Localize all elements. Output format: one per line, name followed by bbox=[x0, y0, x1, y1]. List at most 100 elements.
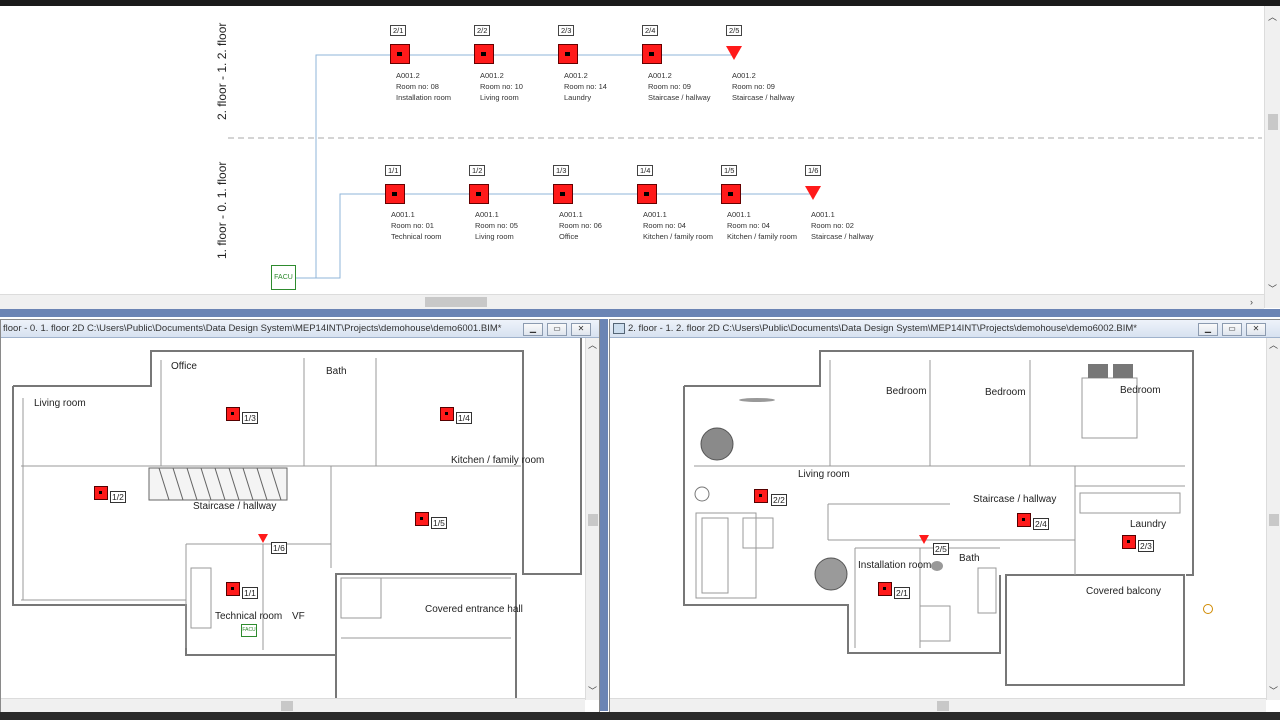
vertical-scrollbar[interactable]: ︿ ﹀ bbox=[585, 338, 599, 700]
device-sheet-text: A001.1 bbox=[727, 210, 751, 219]
cursor-target-icon bbox=[1203, 604, 1213, 614]
room-label-staircase: Staircase / hallway bbox=[193, 501, 277, 512]
scroll-thumb[interactable] bbox=[1268, 114, 1278, 130]
smoke-detector-icon[interactable] bbox=[385, 184, 405, 204]
device-tag: 2/4 bbox=[1033, 518, 1049, 530]
sounder-icon[interactable] bbox=[258, 534, 268, 543]
vertical-scrollbar[interactable]: ︿ ﹀ bbox=[1266, 338, 1280, 700]
detector-dot bbox=[560, 192, 565, 196]
smoke-detector-icon[interactable] bbox=[440, 407, 454, 421]
device-tag: 2/3 bbox=[1138, 540, 1154, 552]
floor1-label: 1. floor - 0. 1. floor bbox=[215, 161, 229, 259]
room-label-vf: VF bbox=[292, 611, 305, 622]
detector-dot bbox=[728, 192, 733, 196]
restore-button[interactable]: ▭ bbox=[547, 323, 567, 336]
device-room-text: Room no: 09 bbox=[648, 82, 691, 91]
scroll-up-arrow-icon[interactable]: ︿ bbox=[588, 340, 597, 350]
sounder-icon[interactable] bbox=[919, 535, 929, 544]
scroll-right-arrow-icon[interactable]: › bbox=[1250, 297, 1253, 307]
bottom-strip bbox=[0, 712, 1280, 720]
facu-box[interactable]: FACU bbox=[271, 265, 296, 290]
detector-dot bbox=[644, 192, 649, 196]
detector-dot bbox=[476, 192, 481, 196]
device-address-tag: 1/6 bbox=[805, 165, 822, 176]
device-address-tag: 2/3 bbox=[558, 25, 575, 36]
smoke-detector-icon[interactable] bbox=[721, 184, 741, 204]
device-address-tag: 1/5 bbox=[721, 165, 738, 176]
splitter-vertical[interactable] bbox=[600, 319, 608, 711]
room-label-bath: Bath bbox=[959, 553, 980, 564]
schematic-horizontal-scrollbar[interactable]: › bbox=[0, 294, 1264, 309]
detector-dot bbox=[565, 52, 570, 56]
device-room-text: Room no: 04 bbox=[727, 221, 770, 230]
scroll-down-arrow-icon[interactable]: ﹀ bbox=[1268, 284, 1277, 294]
room-label-bedroom: Bedroom bbox=[1120, 385, 1161, 396]
device-name-text: Living room bbox=[475, 232, 514, 241]
scroll-thumb[interactable] bbox=[281, 701, 293, 711]
detector-dot bbox=[397, 52, 402, 56]
device-tag: 2/5 bbox=[933, 543, 949, 555]
device-name-text: Installation room bbox=[396, 93, 452, 102]
smoke-detector-icon[interactable] bbox=[754, 489, 768, 503]
horizontal-scrollbar[interactable] bbox=[1, 698, 585, 712]
device-tag: 1/5 bbox=[431, 517, 447, 529]
close-button[interactable]: ✕ bbox=[1246, 323, 1266, 336]
scroll-up-arrow-icon[interactable]: ︿ bbox=[1269, 340, 1278, 350]
smoke-detector-icon[interactable] bbox=[474, 44, 494, 64]
device-sheet-text: A001.2 bbox=[480, 71, 504, 80]
sounder-icon[interactable] bbox=[805, 186, 821, 200]
device-room-text: Room no: 04 bbox=[643, 221, 686, 230]
device-room-text: Room no: 05 bbox=[475, 221, 518, 230]
smoke-detector-icon[interactable] bbox=[553, 184, 573, 204]
window-title: floor - 0. 1. floor 2D C:\Users\Public\D… bbox=[3, 323, 502, 334]
device-tag: 1/6 bbox=[271, 542, 287, 554]
window-title: 2. floor - 1. 2. floor 2D C:\Users\Publi… bbox=[628, 323, 1137, 334]
device-tag: 1/2 bbox=[110, 491, 126, 503]
smoke-detector-icon[interactable] bbox=[226, 582, 240, 596]
smoke-detector-icon[interactable] bbox=[637, 184, 657, 204]
facu-small-box[interactable]: FACU bbox=[241, 624, 257, 637]
smoke-detector-icon[interactable] bbox=[415, 512, 429, 526]
horizontal-scrollbar[interactable] bbox=[610, 698, 1266, 712]
smoke-detector-icon[interactable] bbox=[642, 44, 662, 64]
scroll-down-arrow-icon[interactable]: ﹀ bbox=[588, 686, 597, 696]
device-sheet-text: A001.2 bbox=[564, 71, 588, 80]
room-label-staircase: Staircase / hallway bbox=[973, 494, 1057, 505]
device-address-tag: 1/4 bbox=[637, 165, 654, 176]
scroll-thumb[interactable] bbox=[937, 701, 949, 711]
smoke-detector-icon[interactable] bbox=[558, 44, 578, 64]
scroll-down-arrow-icon[interactable]: ﹀ bbox=[1269, 686, 1278, 696]
device-address-tag: 2/5 bbox=[726, 25, 743, 36]
device-room-text: Room no: 14 bbox=[564, 82, 607, 91]
close-button[interactable]: ✕ bbox=[571, 323, 591, 336]
scroll-thumb[interactable] bbox=[1269, 514, 1279, 526]
device-name-text: Living room bbox=[480, 93, 519, 102]
scroll-thumb[interactable] bbox=[588, 514, 598, 526]
smoke-detector-icon[interactable] bbox=[94, 486, 108, 500]
device-name-text: Staircase / hallway bbox=[732, 93, 795, 102]
floor1-plan-window[interactable]: floor - 0. 1. floor 2D C:\Users\Public\D… bbox=[0, 319, 600, 713]
smoke-detector-icon[interactable] bbox=[878, 582, 892, 596]
minimize-button[interactable]: ▁ bbox=[523, 323, 543, 336]
device-name-text: Kitchen / family room bbox=[643, 232, 714, 241]
scroll-thumb[interactable] bbox=[425, 297, 487, 307]
floor2-plan-window[interactable]: 2. floor - 1. 2. floor 2D C:\Users\Publi… bbox=[609, 319, 1280, 713]
floor2-label: 2. floor - 1. 2. floor bbox=[215, 22, 229, 120]
splitter-horizontal[interactable] bbox=[0, 309, 1280, 317]
device-address-tag: 1/2 bbox=[469, 165, 486, 176]
smoke-detector-icon[interactable] bbox=[226, 407, 240, 421]
window-titlebar[interactable]: floor - 0. 1. floor 2D C:\Users\Public\D… bbox=[1, 320, 599, 338]
smoke-detector-icon[interactable] bbox=[1017, 513, 1031, 527]
smoke-detector-icon[interactable] bbox=[469, 184, 489, 204]
schematic-view[interactable]: 2. floor - 1. 2. floor 1. floor - 0. 1. … bbox=[0, 6, 1264, 308]
window-titlebar[interactable]: 2. floor - 1. 2. floor 2D C:\Users\Publi… bbox=[610, 320, 1280, 338]
schematic-vertical-scrollbar[interactable]: ︿ ﹀ bbox=[1264, 6, 1280, 308]
minimize-button[interactable]: ▁ bbox=[1198, 323, 1218, 336]
smoke-detector-icon[interactable] bbox=[1122, 535, 1136, 549]
restore-button[interactable]: ▭ bbox=[1222, 323, 1242, 336]
room-label-living-room: Living room bbox=[34, 398, 86, 409]
smoke-detector-icon[interactable] bbox=[390, 44, 410, 64]
scroll-up-arrow-icon[interactable]: ︿ bbox=[1268, 12, 1277, 22]
device-room-text: Room no: 06 bbox=[559, 221, 602, 230]
sounder-icon[interactable] bbox=[726, 46, 742, 60]
